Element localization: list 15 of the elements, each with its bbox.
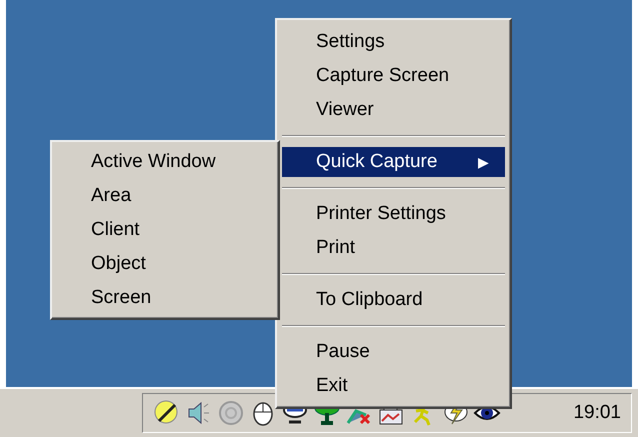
menu-item[interactable]: Active Window xyxy=(57,145,273,179)
menu-item[interactable]: Settings xyxy=(282,25,505,59)
menu-item[interactable]: Viewer xyxy=(282,93,505,127)
menu-item[interactable]: Print xyxy=(282,231,505,265)
menu-item[interactable]: Client xyxy=(57,213,273,247)
menu-item[interactable]: Area xyxy=(57,179,273,213)
menu-item[interactable]: Object xyxy=(57,247,273,281)
clock: 19:01 xyxy=(573,402,621,424)
menu-item[interactable]: To Clipboard xyxy=(282,283,505,317)
menu-item[interactable]: Capture Screen xyxy=(282,59,505,93)
menu-item[interactable]: Printer Settings xyxy=(282,197,505,231)
menu-item[interactable]: Quick Capture ▶ xyxy=(282,147,505,177)
menu-item[interactable]: Pause xyxy=(282,335,505,369)
menu-item[interactable]: Screen xyxy=(57,281,273,315)
menu-item[interactable]: Exit xyxy=(282,369,505,403)
